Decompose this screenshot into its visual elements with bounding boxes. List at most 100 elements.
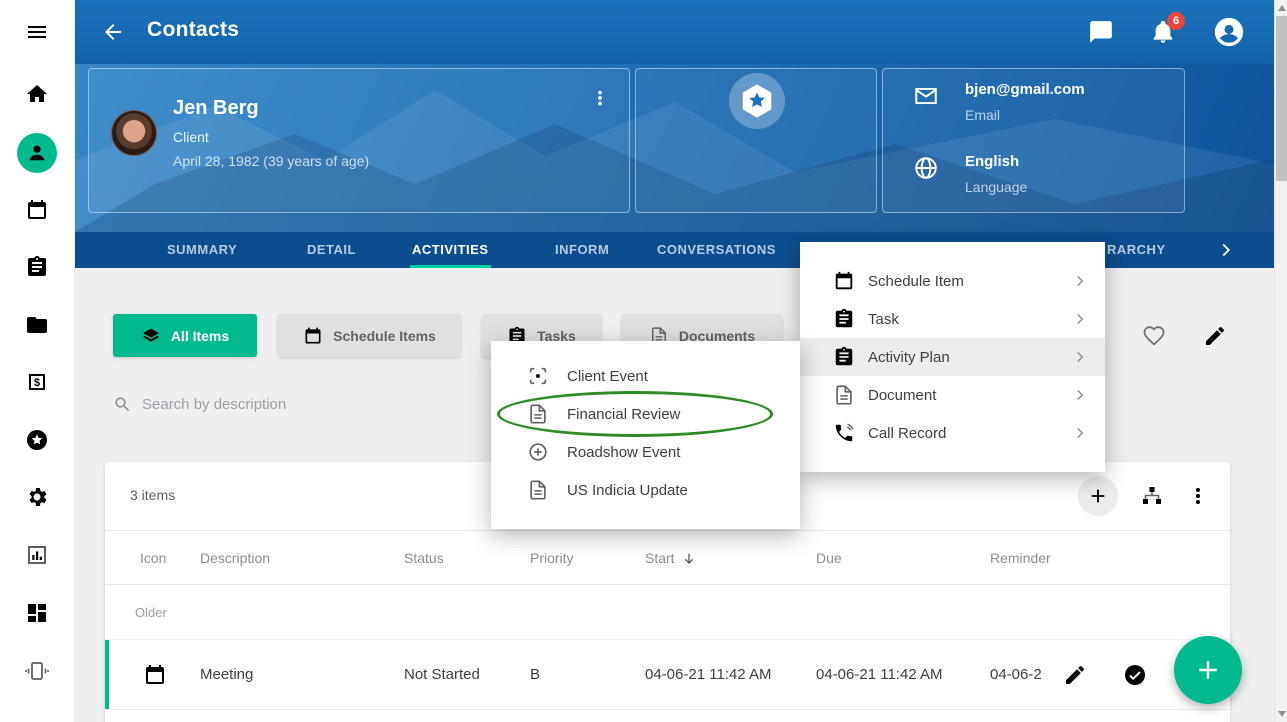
document-icon (527, 479, 549, 501)
avatar (111, 110, 157, 156)
hierarchy-icon[interactable] (1140, 484, 1164, 508)
plus-circle-icon (527, 441, 549, 463)
favorites-icon[interactable] (25, 428, 49, 452)
submenu-item-client-event[interactable]: Client Event (491, 357, 800, 395)
clipboard-icon (833, 346, 855, 368)
scroll-up-arrow-icon[interactable] (1278, 5, 1286, 11)
billing-icon[interactable] (25, 370, 49, 394)
column-description[interactable]: Description (200, 531, 270, 586)
column-start[interactable]: Start (645, 531, 697, 586)
email-label: Email (965, 107, 1000, 123)
profile-card: Jen Berg Client April 28, 1982 (39 years… (88, 68, 630, 213)
tab-conversations[interactable]: CONVERSATIONS (655, 232, 778, 268)
add-item-button[interactable] (1078, 476, 1118, 516)
row-status: Not Started (404, 640, 480, 710)
submenu-item-roadshow-event[interactable]: Roadshow Event (491, 433, 800, 471)
menu-item-task[interactable]: Task (800, 300, 1105, 338)
group-row-older: Older (105, 585, 1230, 640)
folder-icon[interactable] (25, 313, 49, 337)
account-icon[interactable] (1212, 15, 1246, 49)
layers-icon (141, 326, 161, 346)
bell-icon[interactable]: 6 (1150, 19, 1176, 45)
app-screen: Jen Berg Client April 28, 1982 (39 years… (0, 0, 1287, 722)
reports-icon[interactable] (25, 543, 49, 567)
submenu-item-us-indicia-update[interactable]: US Indicia Update (491, 471, 800, 509)
favorite-heart-icon[interactable] (1142, 324, 1166, 348)
language-label: Language (965, 179, 1027, 195)
menu-item-document[interactable]: Document (800, 376, 1105, 414)
scroll-down-arrow-icon[interactable] (1278, 711, 1286, 717)
tab-summary[interactable]: SUMMARY (165, 232, 239, 268)
dashboard-icon[interactable] (25, 601, 49, 625)
contact-birthdate: April 28, 1982 (39 years of age) (173, 153, 369, 169)
profile-hero: Jen Berg Client April 28, 1982 (39 years… (75, 64, 1274, 232)
submenu-item-financial-review[interactable]: Financial Review (491, 395, 800, 433)
row-calendar-icon (143, 663, 167, 687)
list-controls (1078, 476, 1210, 516)
calendar-icon (833, 270, 855, 292)
sort-down-icon (681, 551, 697, 567)
tab-hierarchy-partial[interactable]: RARCHY (1105, 232, 1168, 268)
vibration-icon[interactable] (25, 659, 49, 683)
chevron-right-icon (1071, 386, 1089, 404)
focus-icon (527, 365, 549, 387)
topbar-actions: 6 (1088, 15, 1246, 49)
menu-icon[interactable] (25, 20, 49, 44)
add-dropdown-menu: Schedule Item Task Activity Plan Documen… (800, 242, 1105, 472)
calendar-icon (303, 326, 323, 346)
vertical-scrollbar[interactable] (1274, 0, 1287, 722)
chevron-right-icon (1071, 348, 1089, 366)
filter-schedule-items-button[interactable]: Schedule Items (278, 314, 461, 357)
row-description: Meeting (200, 640, 253, 710)
contact-name: Jen Berg (173, 97, 259, 120)
table-header-row: Icon Description Status Priority Start D… (105, 530, 1230, 585)
search-icon (113, 395, 132, 414)
tabs-overflow-chevron-icon[interactable] (1215, 239, 1237, 261)
row-edit-icon[interactable] (1063, 663, 1087, 687)
settings-icon[interactable] (25, 485, 49, 509)
notification-badge: 6 (1167, 12, 1185, 30)
tasks-icon[interactable] (25, 255, 49, 279)
calendar-icon[interactable] (25, 198, 49, 222)
search-input[interactable] (142, 396, 512, 413)
column-reminder[interactable]: Reminder (990, 531, 1051, 586)
tab-detail[interactable]: DETAIL (305, 232, 358, 268)
clipboard-icon (833, 308, 855, 330)
menu-item-call-record[interactable]: Call Record (800, 414, 1105, 452)
search-field[interactable] (113, 388, 543, 420)
group-label: Older (135, 585, 167, 640)
document-icon (833, 384, 855, 406)
profile-kebab-icon[interactable] (589, 87, 611, 109)
row-reminder: 04-06-2 (990, 640, 1042, 710)
scrollbar-thumb[interactable] (1276, 16, 1287, 181)
filter-all-items-button[interactable]: All Items (113, 314, 257, 357)
menu-item-schedule-item[interactable]: Schedule Item (800, 262, 1105, 300)
contact-info-card: bjen@gmail.com Email English Language (882, 68, 1185, 213)
activity-plan-submenu: Client Event Financial Review Roadshow E… (491, 341, 800, 529)
page-title: Contacts (147, 18, 239, 42)
menu-item-activity-plan[interactable]: Activity Plan (800, 338, 1105, 376)
fab-add-button[interactable] (1174, 636, 1242, 704)
phone-icon (833, 422, 855, 444)
main-area: Jen Berg Client April 28, 1982 (39 years… (75, 0, 1274, 722)
edit-icon[interactable] (1203, 324, 1227, 348)
star-badge-icon (738, 82, 776, 120)
tab-activities[interactable]: ACTIVITIES (410, 232, 491, 268)
home-icon[interactable] (25, 83, 49, 107)
list-kebab-icon[interactable] (1186, 484, 1210, 508)
column-due[interactable]: Due (816, 531, 842, 586)
mail-icon (913, 83, 939, 109)
column-status[interactable]: Status (404, 531, 444, 586)
table-row[interactable]: Meeting Not Started B 04-06-21 11:42 AM … (105, 640, 1230, 710)
contacts-icon[interactable] (17, 133, 57, 173)
app-sidebar (0, 0, 75, 722)
column-priority[interactable]: Priority (530, 531, 574, 586)
row-complete-check-icon[interactable] (1123, 663, 1147, 687)
chat-icon[interactable] (1088, 19, 1114, 45)
back-icon[interactable] (101, 20, 125, 44)
tab-inform[interactable]: INFORM (553, 232, 611, 268)
row-due: 04-06-21 11:42 AM (816, 640, 942, 710)
row-accent-bar (105, 640, 109, 709)
plus-icon (1193, 655, 1223, 685)
chevron-right-icon (1071, 272, 1089, 290)
